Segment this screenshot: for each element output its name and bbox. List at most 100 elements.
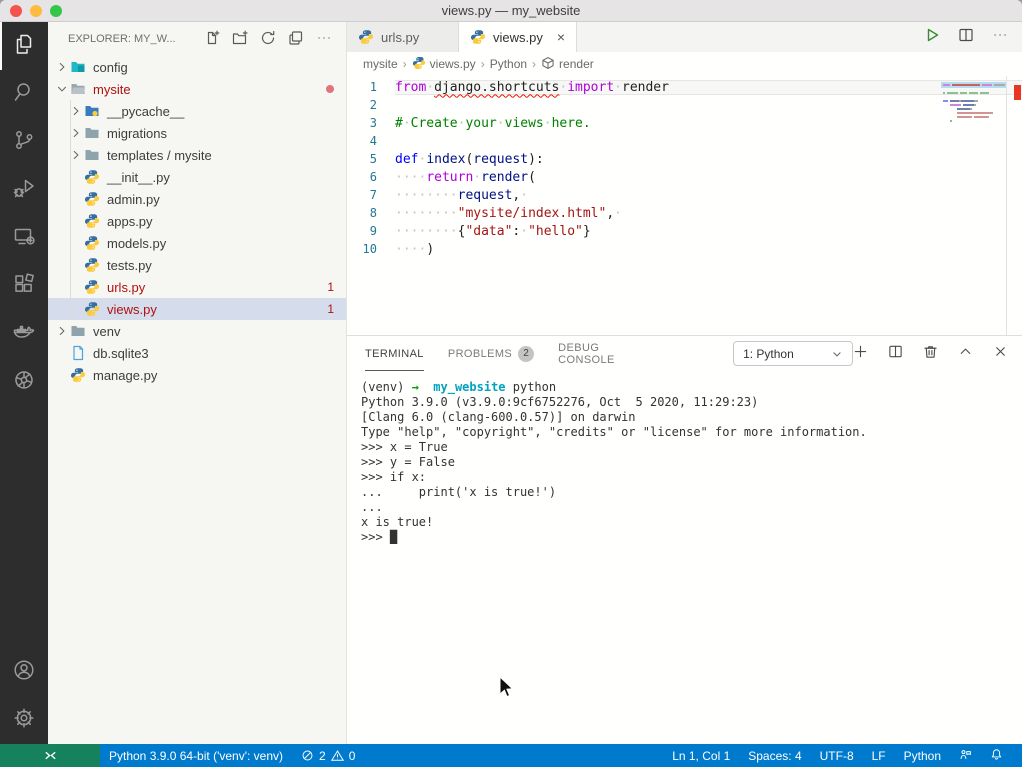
tree-item-mysite[interactable]: mysite: [48, 78, 346, 100]
minimap-border: [1006, 76, 1007, 335]
python-icon: [84, 301, 101, 317]
tree-item-migrations[interactable]: migrations: [48, 122, 346, 144]
activity-item-search[interactable]: [0, 70, 48, 118]
python-icon: [470, 29, 487, 45]
chevron-right-icon[interactable]: [68, 147, 84, 163]
split-terminal-button[interactable]: [888, 344, 903, 364]
tree-item-templates-mysite[interactable]: templates / mysite: [48, 144, 346, 166]
remote-indicator[interactable]: [0, 744, 100, 767]
tree-item--pycache-[interactable]: __pycache__: [48, 100, 346, 122]
activity-item-settings[interactable]: [0, 696, 48, 744]
status-item[interactable]: Ln 1, Col 1: [663, 749, 739, 763]
python-icon: [412, 56, 426, 73]
minimap[interactable]: [943, 84, 1005, 124]
activity-item-docker[interactable]: [0, 310, 48, 358]
more-actions-icon: [992, 30, 1008, 47]
terminal-output[interactable]: (venv) → my_website pythonPython 3.9.0 (…: [347, 371, 1022, 744]
more-actions-button[interactable]: [316, 30, 332, 49]
problems-status[interactable]: 2 0: [292, 744, 364, 767]
activity-item-remote-explorer[interactable]: [0, 214, 48, 262]
status-item[interactable]: LF: [863, 749, 895, 763]
folder-python-icon: [84, 103, 101, 119]
zoom-window-button[interactable]: [50, 5, 62, 17]
breadcrumb-item[interactable]: mysite: [363, 57, 398, 71]
status-item[interactable]: Spaces: 4: [739, 749, 810, 763]
tree-item-tests-py[interactable]: tests.py: [48, 254, 346, 276]
tree-item-db-sqlite3[interactable]: db.sqlite3: [48, 342, 346, 364]
new-folder-button[interactable]: [232, 30, 248, 49]
maximize-panel-button[interactable]: [958, 344, 973, 364]
python-icon: [358, 29, 375, 45]
editor-tab-urls-py[interactable]: urls.py: [347, 22, 459, 52]
tree-item-views-py[interactable]: views.py1: [48, 298, 346, 320]
split-editor-button[interactable]: [958, 27, 974, 48]
terminal-select[interactable]: 1: Python: [733, 341, 853, 366]
new-file-icon: [204, 37, 220, 49]
more-actions-button[interactable]: [992, 27, 1008, 48]
python-interpreter-status[interactable]: Python 3.9.0 64-bit ('venv': venv): [100, 744, 292, 767]
terminal-line: x is true!: [361, 515, 1022, 530]
breadcrumb-separator: ›: [532, 57, 536, 71]
close-panel-button[interactable]: [993, 344, 1008, 364]
kill-terminal-button[interactable]: [923, 344, 938, 364]
chevron-right-icon[interactable]: [68, 125, 84, 141]
folder-icon: [84, 125, 101, 141]
tree-item-config[interactable]: config: [48, 56, 346, 78]
chevron-right-icon[interactable]: [54, 59, 70, 75]
close-tab-icon[interactable]: ×: [557, 30, 565, 44]
activity-item-explorer[interactable]: [0, 22, 48, 70]
breadcrumb-item[interactable]: views.py: [412, 56, 476, 73]
panel-tab-debug-console[interactable]: DEBUG CONSOLE: [558, 336, 625, 371]
split-editor-icon: [958, 30, 974, 47]
activity-item-source-control[interactable]: [0, 118, 48, 166]
panel-tab-problems[interactable]: PROBLEMS2: [448, 336, 534, 371]
traffic-lights: [10, 5, 62, 17]
chevron-right-icon[interactable]: [54, 323, 70, 339]
breadcrumb-separator: ›: [403, 57, 407, 71]
close-window-button[interactable]: [10, 5, 22, 17]
run-button[interactable]: [924, 27, 940, 48]
panel-tab-terminal[interactable]: TERMINAL: [365, 336, 424, 371]
chevron-right-icon[interactable]: [68, 103, 84, 119]
tree-item-manage-py[interactable]: manage.py: [48, 364, 346, 386]
minimize-window-button[interactable]: [30, 5, 42, 17]
new-terminal-button[interactable]: [853, 344, 868, 364]
code-editor[interactable]: 1from·django.shortcuts·import·render23#·…: [347, 76, 1022, 335]
docker-icon: [12, 320, 36, 349]
tree-item-venv[interactable]: venv: [48, 320, 346, 342]
status-item[interactable]: Python: [895, 749, 950, 763]
tree-item--init-py[interactable]: __init__.py: [48, 166, 346, 188]
tree-item-admin-py[interactable]: admin.py: [48, 188, 346, 210]
tree-item-urls-py[interactable]: urls.py1: [48, 276, 346, 298]
activity-item-run-debug[interactable]: [0, 166, 48, 214]
overview-ruler-error-marker: [1014, 85, 1021, 100]
activity-item-kubernetes[interactable]: [0, 358, 48, 406]
breadcrumb-item[interactable]: Python: [490, 57, 527, 71]
remote-explorer-icon: [12, 224, 36, 253]
python-icon: [84, 191, 101, 207]
tree-item-models-py[interactable]: models.py: [48, 232, 346, 254]
chevron-down-icon: [831, 348, 843, 360]
refresh-button[interactable]: [260, 30, 276, 49]
chevron-down-icon[interactable]: [54, 81, 70, 97]
folder-icon: [70, 323, 87, 339]
problem-count-badge: 1: [327, 302, 334, 316]
feedback-button[interactable]: [950, 748, 981, 764]
activity-bar: [0, 22, 48, 744]
new-file-button[interactable]: [204, 30, 220, 49]
tree-item-apps-py[interactable]: apps.py: [48, 210, 346, 232]
line-number: 3: [347, 116, 395, 130]
split-terminal-icon: [888, 346, 903, 363]
source-control-icon: [12, 128, 36, 157]
editor-tab-views-py[interactable]: views.py×: [459, 22, 577, 52]
status-item[interactable]: UTF-8: [811, 749, 863, 763]
line-number: 10: [347, 242, 395, 256]
activity-item-extensions[interactable]: [0, 262, 48, 310]
collapse-editors-button[interactable]: [288, 30, 304, 49]
python-icon: [84, 213, 101, 229]
activity-item-account[interactable]: [0, 648, 48, 696]
line-number: 8: [347, 206, 395, 220]
search-icon: [12, 80, 36, 109]
breadcrumb-item[interactable]: render: [541, 56, 594, 73]
notifications-button[interactable]: [981, 748, 1012, 764]
